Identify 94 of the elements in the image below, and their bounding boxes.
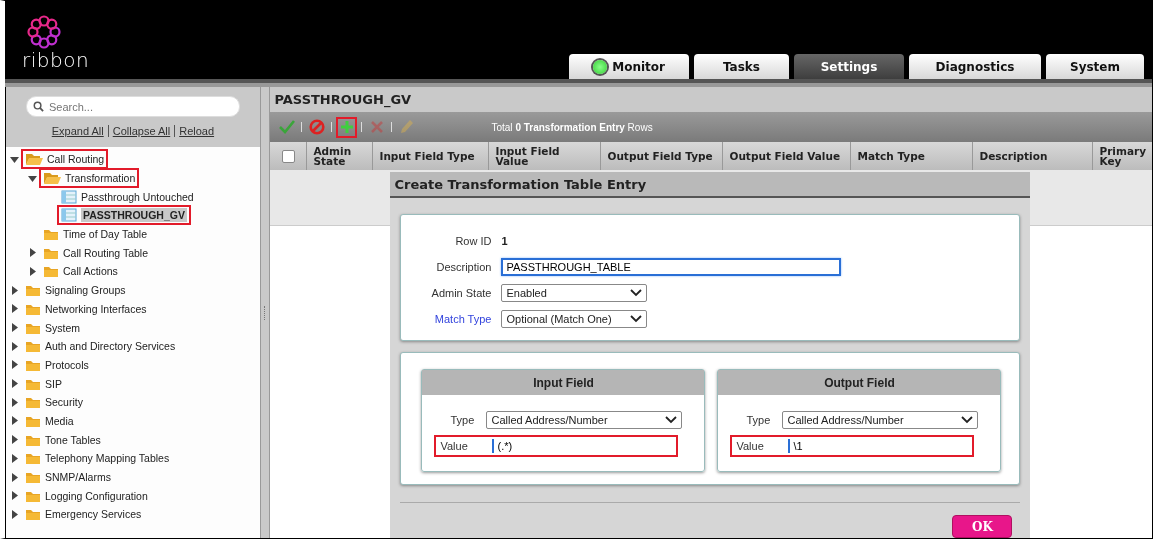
nav-tab[interactable]: System <box>1046 54 1144 79</box>
column-header[interactable]: Primary Key <box>1093 142 1152 170</box>
tree-item[interactable]: Telephony Mapping Tables <box>21 448 174 469</box>
search-field[interactable]: Search... <box>25 96 240 117</box>
tree-link[interactable]: Reload <box>174 125 219 137</box>
field-label: Row ID <box>454 235 492 247</box>
tree-item[interactable]: Call Actions <box>39 261 122 282</box>
expand-arrow-icon[interactable] <box>10 453 19 463</box>
chevron-icon <box>665 416 678 424</box>
folder-icon <box>25 283 41 298</box>
pencil-icon <box>399 119 414 135</box>
dialog-title: Create Transformation Table Entry <box>390 172 1031 198</box>
tree-item[interactable]: Call Routing Table <box>39 242 153 263</box>
folder-icon <box>25 470 41 485</box>
tree-item[interactable]: Logging Configuration <box>21 485 152 506</box>
expand-arrow-icon[interactable] <box>10 397 19 407</box>
dropdown[interactable]: Called Address/Number <box>782 411 979 429</box>
logo: ribbon <box>6 1 90 79</box>
expand-arrow-icon[interactable] <box>28 266 37 276</box>
folder-icon <box>25 507 41 522</box>
check-icon <box>278 120 295 134</box>
field-label: Admin State <box>430 287 492 299</box>
table-icon <box>61 189 77 204</box>
field-label: Value <box>735 440 765 452</box>
field-label: Description <box>435 261 492 273</box>
expand-arrow-icon[interactable] <box>28 248 37 258</box>
open-folder-icon <box>25 152 43 167</box>
collapse-arrow-icon[interactable] <box>10 154 19 164</box>
folder-icon <box>43 227 59 242</box>
expand-arrow-icon[interactable] <box>10 285 19 295</box>
search-icon <box>32 101 44 112</box>
tree-item[interactable]: Security <box>21 392 87 413</box>
row-id-value: 1 <box>501 235 508 247</box>
tree-item[interactable]: Call Routing <box>21 149 109 170</box>
expand-arrow-icon[interactable] <box>10 416 19 426</box>
folder-icon <box>25 395 41 410</box>
nav-tab[interactable]: Diagnostics <box>909 54 1041 79</box>
field-link[interactable]: Match Type <box>403 313 492 325</box>
open-folder-icon <box>43 171 61 186</box>
total-rows-text: Total 0 Transformation Entry Rows <box>491 121 653 133</box>
tree-item[interactable]: PASSTHROUGH_GV <box>57 205 191 226</box>
tree-item[interactable]: SNMP/Alarms <box>21 467 115 488</box>
panel-title: Input Field <box>422 370 705 395</box>
tree-item[interactable]: Protocols <box>21 354 93 375</box>
tree-item[interactable]: Tone Tables <box>21 429 105 450</box>
tree-item[interactable]: Networking Interfaces <box>21 298 151 319</box>
folder-icon <box>25 451 41 466</box>
field-label: Type <box>745 414 772 426</box>
nav-tab[interactable]: Tasks <box>694 54 789 79</box>
field-label: Type <box>449 414 476 426</box>
status-light-icon <box>593 59 608 74</box>
no-entry-icon <box>308 119 325 135</box>
expand-arrow-icon[interactable] <box>10 379 19 389</box>
tree-item[interactable]: Passthrough Untouched <box>57 186 198 207</box>
expand-arrow-icon[interactable] <box>10 341 19 351</box>
panel-title: Output Field <box>718 370 1001 395</box>
expand-arrow-icon[interactable] <box>10 360 19 370</box>
dropdown[interactable]: Called Address/Number <box>486 411 683 429</box>
tree-item[interactable]: System <box>21 317 84 338</box>
chevron-icon <box>961 416 974 424</box>
tree-item[interactable]: Time of Day Table <box>39 224 152 245</box>
expand-arrow-icon[interactable] <box>10 435 19 445</box>
chevron-icon <box>630 315 643 323</box>
ok-button[interactable]: OK <box>952 515 1013 538</box>
folder-icon <box>25 339 41 354</box>
tree-item[interactable]: Transformation <box>39 168 140 189</box>
folder-icon <box>43 264 59 279</box>
nav-tab[interactable]: Monitor <box>569 54 689 79</box>
select-all-checkbox[interactable] <box>281 149 295 163</box>
expand-arrow-icon[interactable] <box>10 491 19 501</box>
tree-item[interactable]: SIP <box>21 373 66 394</box>
tree-link[interactable]: Collapse All <box>107 125 175 137</box>
expand-arrow-icon[interactable] <box>10 304 19 314</box>
expand-arrow-icon[interactable] <box>10 323 19 333</box>
tree-item[interactable]: Emergency Services <box>21 504 146 525</box>
nav-tab[interactable]: Settings <box>794 54 904 79</box>
collapse-arrow-icon[interactable] <box>28 173 37 183</box>
tree-item[interactable]: Auth and Directory Services <box>21 336 180 357</box>
expand-arrow-icon[interactable] <box>10 509 19 519</box>
chevron-icon <box>630 289 643 297</box>
dropdown[interactable]: Optional (Match One) <box>501 310 648 328</box>
ring-icon <box>27 15 61 49</box>
input-field[interactable]: PASSTHROUGH_TABLE <box>501 258 842 276</box>
page-title: PASSTHROUGH_GV <box>270 87 1152 112</box>
x-icon <box>369 120 384 134</box>
plus-icon <box>339 120 354 134</box>
dropdown[interactable]: Enabled <box>501 284 648 302</box>
field-label: Value <box>439 440 469 452</box>
table-icon <box>61 208 77 223</box>
tree-item[interactable]: Signaling Groups <box>21 280 130 301</box>
tree-item[interactable]: Media <box>21 410 78 431</box>
expand-arrow-icon[interactable] <box>10 472 19 482</box>
tree-link[interactable]: Expand All <box>47 125 108 137</box>
splitter-handle[interactable] <box>259 87 271 538</box>
